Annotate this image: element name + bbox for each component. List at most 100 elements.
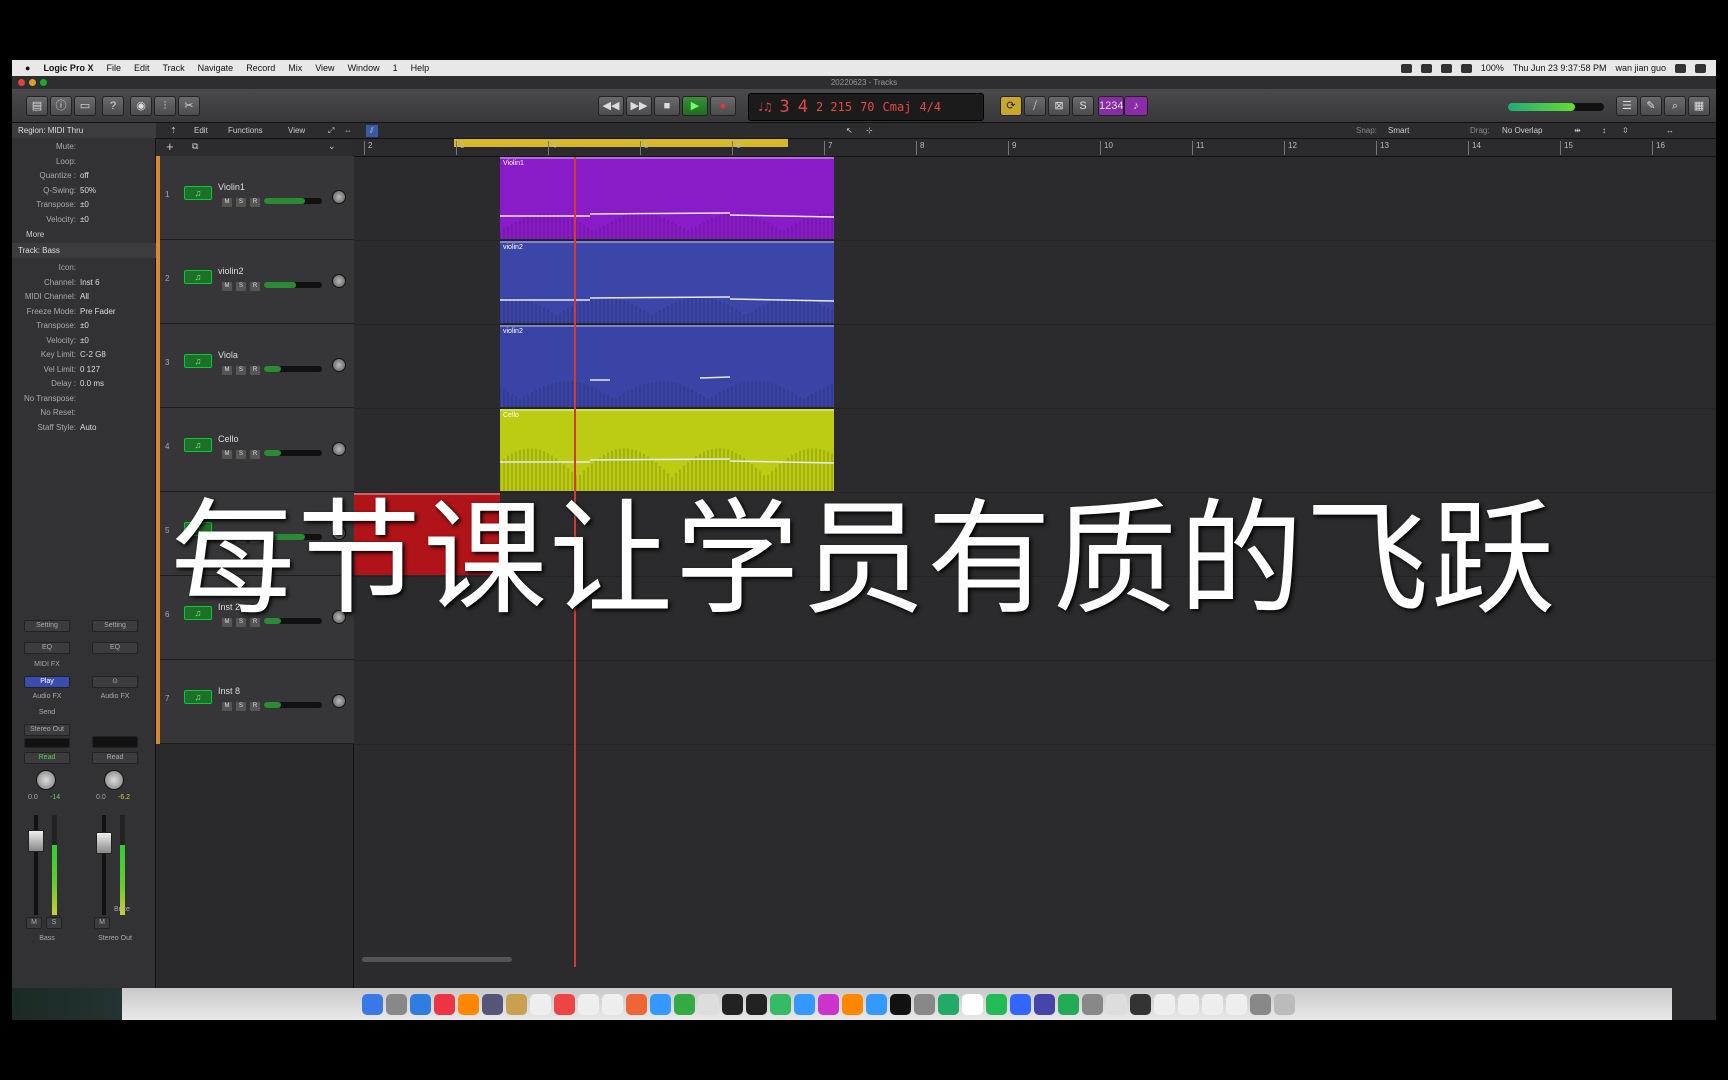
instrument-slot[interactable]: Play: [24, 676, 70, 688]
pan-knob[interactable]: [332, 190, 346, 204]
inspector-row[interactable]: Q-Swing: 50%: [12, 184, 156, 198]
dock-app-icon[interactable]: [1154, 993, 1175, 1015]
dock-app-icon[interactable]: [1130, 993, 1151, 1015]
replace-button[interactable]: ⊠: [1048, 96, 1070, 116]
dock-app-icon[interactable]: [530, 993, 551, 1015]
eq-button[interactable]: EQ: [92, 642, 138, 654]
link-button[interactable]: ⊙: [92, 676, 138, 688]
dock-app-icon[interactable]: [1058, 993, 1079, 1015]
param-value[interactable]: ±0: [80, 334, 89, 348]
editors-button[interactable]: ✂: [178, 96, 200, 116]
inspector-row[interactable]: Vel Limit: 0 127: [12, 363, 156, 377]
dock-app-icon[interactable]: [770, 993, 791, 1015]
browser-button[interactable]: ▦: [1688, 96, 1710, 116]
menu-1[interactable]: 1: [393, 63, 398, 73]
wifi-icon[interactable]: [1440, 63, 1452, 73]
dock-app-icon[interactable]: [746, 993, 767, 1015]
volume-icon[interactable]: [1460, 63, 1472, 73]
menu-track[interactable]: Track: [162, 63, 184, 73]
play-button[interactable]: ▶: [682, 96, 708, 116]
dock-app-icon[interactable]: [842, 993, 863, 1015]
audio-fx-label[interactable]: Audio FX: [24, 692, 70, 704]
catch-icon[interactable]: ⤢: [328, 125, 334, 137]
volume-slider[interactable]: [264, 282, 322, 288]
toolbar-button[interactable]: ▭: [74, 96, 96, 116]
record-enable-button[interactable]: R: [250, 450, 260, 459]
track-name[interactable]: Cello: [218, 434, 239, 444]
midi-region[interactable]: violin2: [500, 241, 834, 325]
param-value[interactable]: 0 127: [80, 363, 100, 377]
volume-fader[interactable]: [96, 832, 112, 854]
battery-percent[interactable]: 100%: [1481, 63, 1504, 73]
loop-browser-button[interactable]: ⌕: [1664, 96, 1686, 116]
instrument-icon[interactable]: ♫: [184, 270, 212, 284]
record-enable-button[interactable]: R: [250, 366, 260, 375]
solo-button[interactable]: S: [236, 702, 246, 711]
record-enable-button[interactable]: R: [250, 198, 260, 207]
autopunch-button[interactable]: ⧸: [1024, 96, 1046, 116]
volume-fader[interactable]: [28, 830, 44, 852]
metronome-button[interactable]: ♪: [1124, 96, 1148, 116]
global-tracks-icon[interactable]: ⌄: [328, 141, 336, 152]
master-volume-slider[interactable]: [1508, 103, 1604, 111]
view-menu[interactable]: View: [288, 125, 305, 137]
dock-app-icon[interactable]: [674, 993, 695, 1015]
dock-app-icon[interactable]: [698, 993, 719, 1015]
track-name[interactable]: violin2: [218, 266, 244, 276]
close-button[interactable]: [18, 79, 25, 86]
count-in-button[interactable]: 1234: [1098, 96, 1124, 116]
dock-app-icon[interactable]: [1274, 993, 1295, 1015]
inspector-row[interactable]: No Reset:: [12, 406, 156, 420]
param-value[interactable]: 0.0 ms: [80, 377, 104, 391]
search-icon[interactable]: [1675, 63, 1686, 73]
output-slot[interactable]: Stereo Out: [24, 724, 70, 736]
param-value[interactable]: Pre Fader: [80, 305, 116, 319]
param-value[interactable]: ±0: [80, 198, 89, 212]
inspector-row[interactable]: No Transpose:: [12, 392, 156, 406]
dock-app-icon[interactable]: [722, 993, 743, 1015]
dock-app-icon[interactable]: [1178, 993, 1199, 1015]
menu-record[interactable]: Record: [246, 63, 275, 73]
dock-app-icon[interactable]: [818, 993, 839, 1015]
pan-knob[interactable]: [332, 442, 346, 456]
mixer-button[interactable]: ⫶: [154, 96, 176, 116]
minimize-button[interactable]: [29, 79, 36, 86]
param-value[interactable]: off: [80, 169, 89, 183]
record-button[interactable]: ●: [710, 96, 736, 116]
library-button[interactable]: ▤: [26, 96, 48, 116]
dock-app-icon[interactable]: [434, 993, 455, 1015]
clock[interactable]: Thu Jun 23 9:37:58 PM: [1513, 63, 1607, 73]
dock-app-icon[interactable]: [410, 993, 431, 1015]
dock-app-icon[interactable]: [506, 993, 527, 1015]
inspector-row[interactable]: Key Limit: C-2 G8: [12, 348, 156, 362]
instrument-icon[interactable]: ♫: [184, 690, 212, 704]
inspector-row[interactable]: Quantize : off: [12, 169, 156, 183]
zoom-button[interactable]: [40, 79, 47, 86]
menu-navigate[interactable]: Navigate: [198, 63, 234, 73]
stop-button[interactable]: ■: [654, 96, 680, 116]
mute-button[interactable]: M: [26, 917, 42, 929]
inspector-row[interactable]: Transpose: ±0: [12, 319, 156, 333]
track-header[interactable]: 7 ♫ Inst 8 MSR: [156, 660, 354, 744]
track-name[interactable]: Violin1: [218, 182, 245, 192]
inspector-row[interactable]: Icon:: [12, 261, 156, 275]
track-header[interactable]: 2 ♫ violin2 M S R: [156, 240, 354, 324]
automation-mode[interactable]: Read: [92, 752, 138, 764]
param-value[interactable]: Inst 6: [80, 276, 100, 290]
lcd-display[interactable]: ♩♫ 3 4 2 215 70 Cmaj 4/4: [748, 93, 984, 121]
menu-view[interactable]: View: [315, 63, 334, 73]
snap-select[interactable]: Smart: [1388, 125, 1409, 137]
mute-button[interactable]: M: [222, 282, 232, 291]
dock-app-icon[interactable]: [1202, 993, 1223, 1015]
edit-menu[interactable]: Edit: [194, 125, 208, 137]
solo-button[interactable]: S: [236, 366, 246, 375]
solo-button[interactable]: S: [236, 282, 246, 291]
dock-app-icon[interactable]: [1082, 993, 1103, 1015]
secondary-tool-icon[interactable]: ⊹: [866, 125, 873, 137]
solo-button[interactable]: S: [236, 198, 246, 207]
rewind-button[interactable]: ◀◀: [598, 96, 624, 116]
dock-app-icon[interactable]: [386, 993, 407, 1015]
pan-knob[interactable]: [332, 358, 346, 372]
dock-app-icon[interactable]: [1034, 993, 1055, 1015]
track-header[interactable]: 1 ♫ Violin1 M S R: [156, 156, 354, 240]
